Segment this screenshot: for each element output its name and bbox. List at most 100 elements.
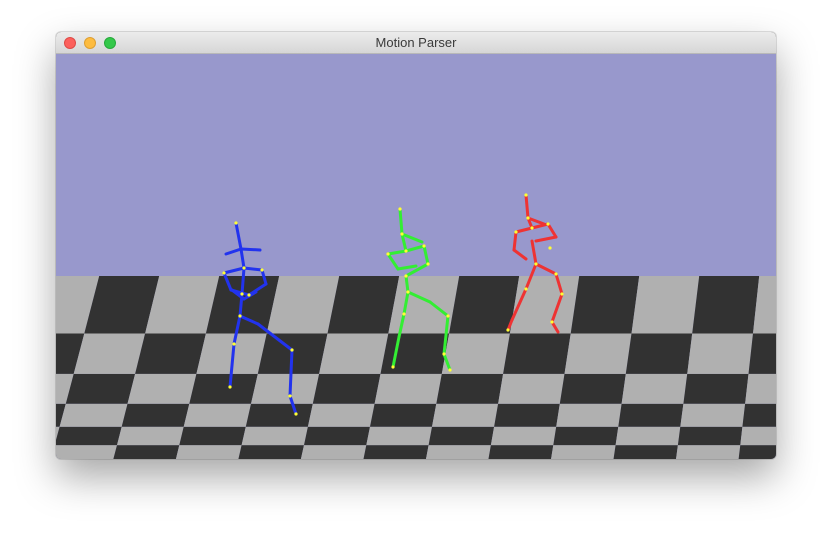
joint (530, 226, 534, 230)
floor-tile (127, 373, 197, 404)
floor-tile (613, 445, 678, 459)
floor-tile (380, 333, 450, 374)
floor-tile (436, 373, 504, 404)
floor-tile (175, 445, 242, 459)
joint (404, 274, 408, 278)
floor-tile (245, 403, 313, 427)
joint (422, 244, 426, 248)
bone (239, 247, 262, 252)
checkerboard-floor (56, 276, 776, 459)
scene-canvas[interactable] (56, 54, 776, 459)
floor-tile (680, 403, 746, 427)
floor-tile (676, 445, 741, 459)
floor-tile (183, 403, 251, 427)
floor-tile (490, 426, 557, 446)
floor-tile (621, 373, 688, 404)
joint (400, 232, 404, 236)
joint (228, 385, 232, 389)
floor-tile (559, 373, 626, 404)
floor-tile (503, 333, 571, 374)
joint (238, 314, 242, 318)
floor-tile (564, 333, 632, 374)
floor-tile (677, 426, 743, 446)
joint (406, 290, 410, 294)
joint (398, 207, 402, 211)
floor-tile (327, 276, 400, 334)
joint (448, 368, 452, 372)
joint (404, 249, 408, 253)
floor-tile (556, 403, 622, 427)
floor-tile (56, 445, 117, 459)
joint (290, 348, 294, 352)
floor-tile (687, 333, 753, 374)
joint (234, 221, 238, 225)
joint (554, 272, 558, 276)
floor-tile (631, 276, 700, 334)
joint (391, 365, 395, 369)
joint (548, 246, 552, 250)
floor-tile (307, 403, 375, 427)
floor-tile (238, 445, 304, 459)
floor-tile (742, 403, 776, 427)
floor-tile (189, 373, 258, 404)
title-bar[interactable]: Motion Parser (56, 32, 776, 54)
floor-tile (312, 373, 381, 404)
bone (524, 193, 530, 220)
floor-tile (488, 445, 554, 459)
joint (222, 271, 226, 275)
bone (240, 266, 246, 296)
bone (398, 207, 404, 236)
floor-tile (692, 276, 760, 334)
joint (402, 312, 406, 316)
floor-tile (266, 276, 340, 334)
joint (560, 292, 564, 296)
joint (524, 287, 528, 291)
floor-tile (738, 445, 776, 459)
floor-tile (498, 373, 565, 404)
floor-tile (441, 333, 510, 374)
app-window: Motion Parser (56, 32, 776, 459)
joint (426, 262, 430, 266)
joint (550, 320, 554, 324)
floor-tile (618, 403, 684, 427)
floor-tile (59, 403, 128, 427)
joint (247, 293, 251, 297)
joint (260, 268, 264, 272)
floor-tile (251, 373, 320, 404)
floor-tile (683, 373, 749, 404)
bone (512, 230, 518, 252)
joint (242, 266, 246, 270)
floor-tile (570, 276, 640, 334)
joint (442, 352, 446, 356)
floor-tile (73, 333, 146, 374)
joint (514, 230, 518, 234)
floor-tile (65, 373, 136, 404)
floor-tile (113, 445, 180, 459)
bone (404, 274, 410, 294)
floor-tile (56, 426, 122, 446)
floor-tile (366, 426, 432, 446)
joint (386, 252, 390, 256)
floor-tile (748, 333, 776, 374)
joint (294, 412, 298, 416)
floor-tile (370, 403, 437, 427)
joint (534, 262, 538, 266)
bone (288, 348, 294, 398)
floor-tile (241, 426, 308, 446)
window-title: Motion Parser (375, 35, 457, 50)
floor-tile (304, 426, 370, 446)
joint (526, 216, 530, 220)
floor-tile (319, 333, 389, 374)
joint (240, 292, 244, 296)
floor-tile (179, 426, 246, 446)
floor-tile (551, 445, 616, 459)
3d-viewport[interactable] (56, 54, 776, 459)
floor-tile (428, 426, 495, 446)
bone (242, 266, 264, 272)
floor-tile (135, 333, 206, 374)
joint (232, 342, 236, 346)
floor-tile (117, 426, 184, 446)
joint (524, 193, 528, 197)
floor-tile (615, 426, 681, 446)
joint (446, 314, 450, 318)
